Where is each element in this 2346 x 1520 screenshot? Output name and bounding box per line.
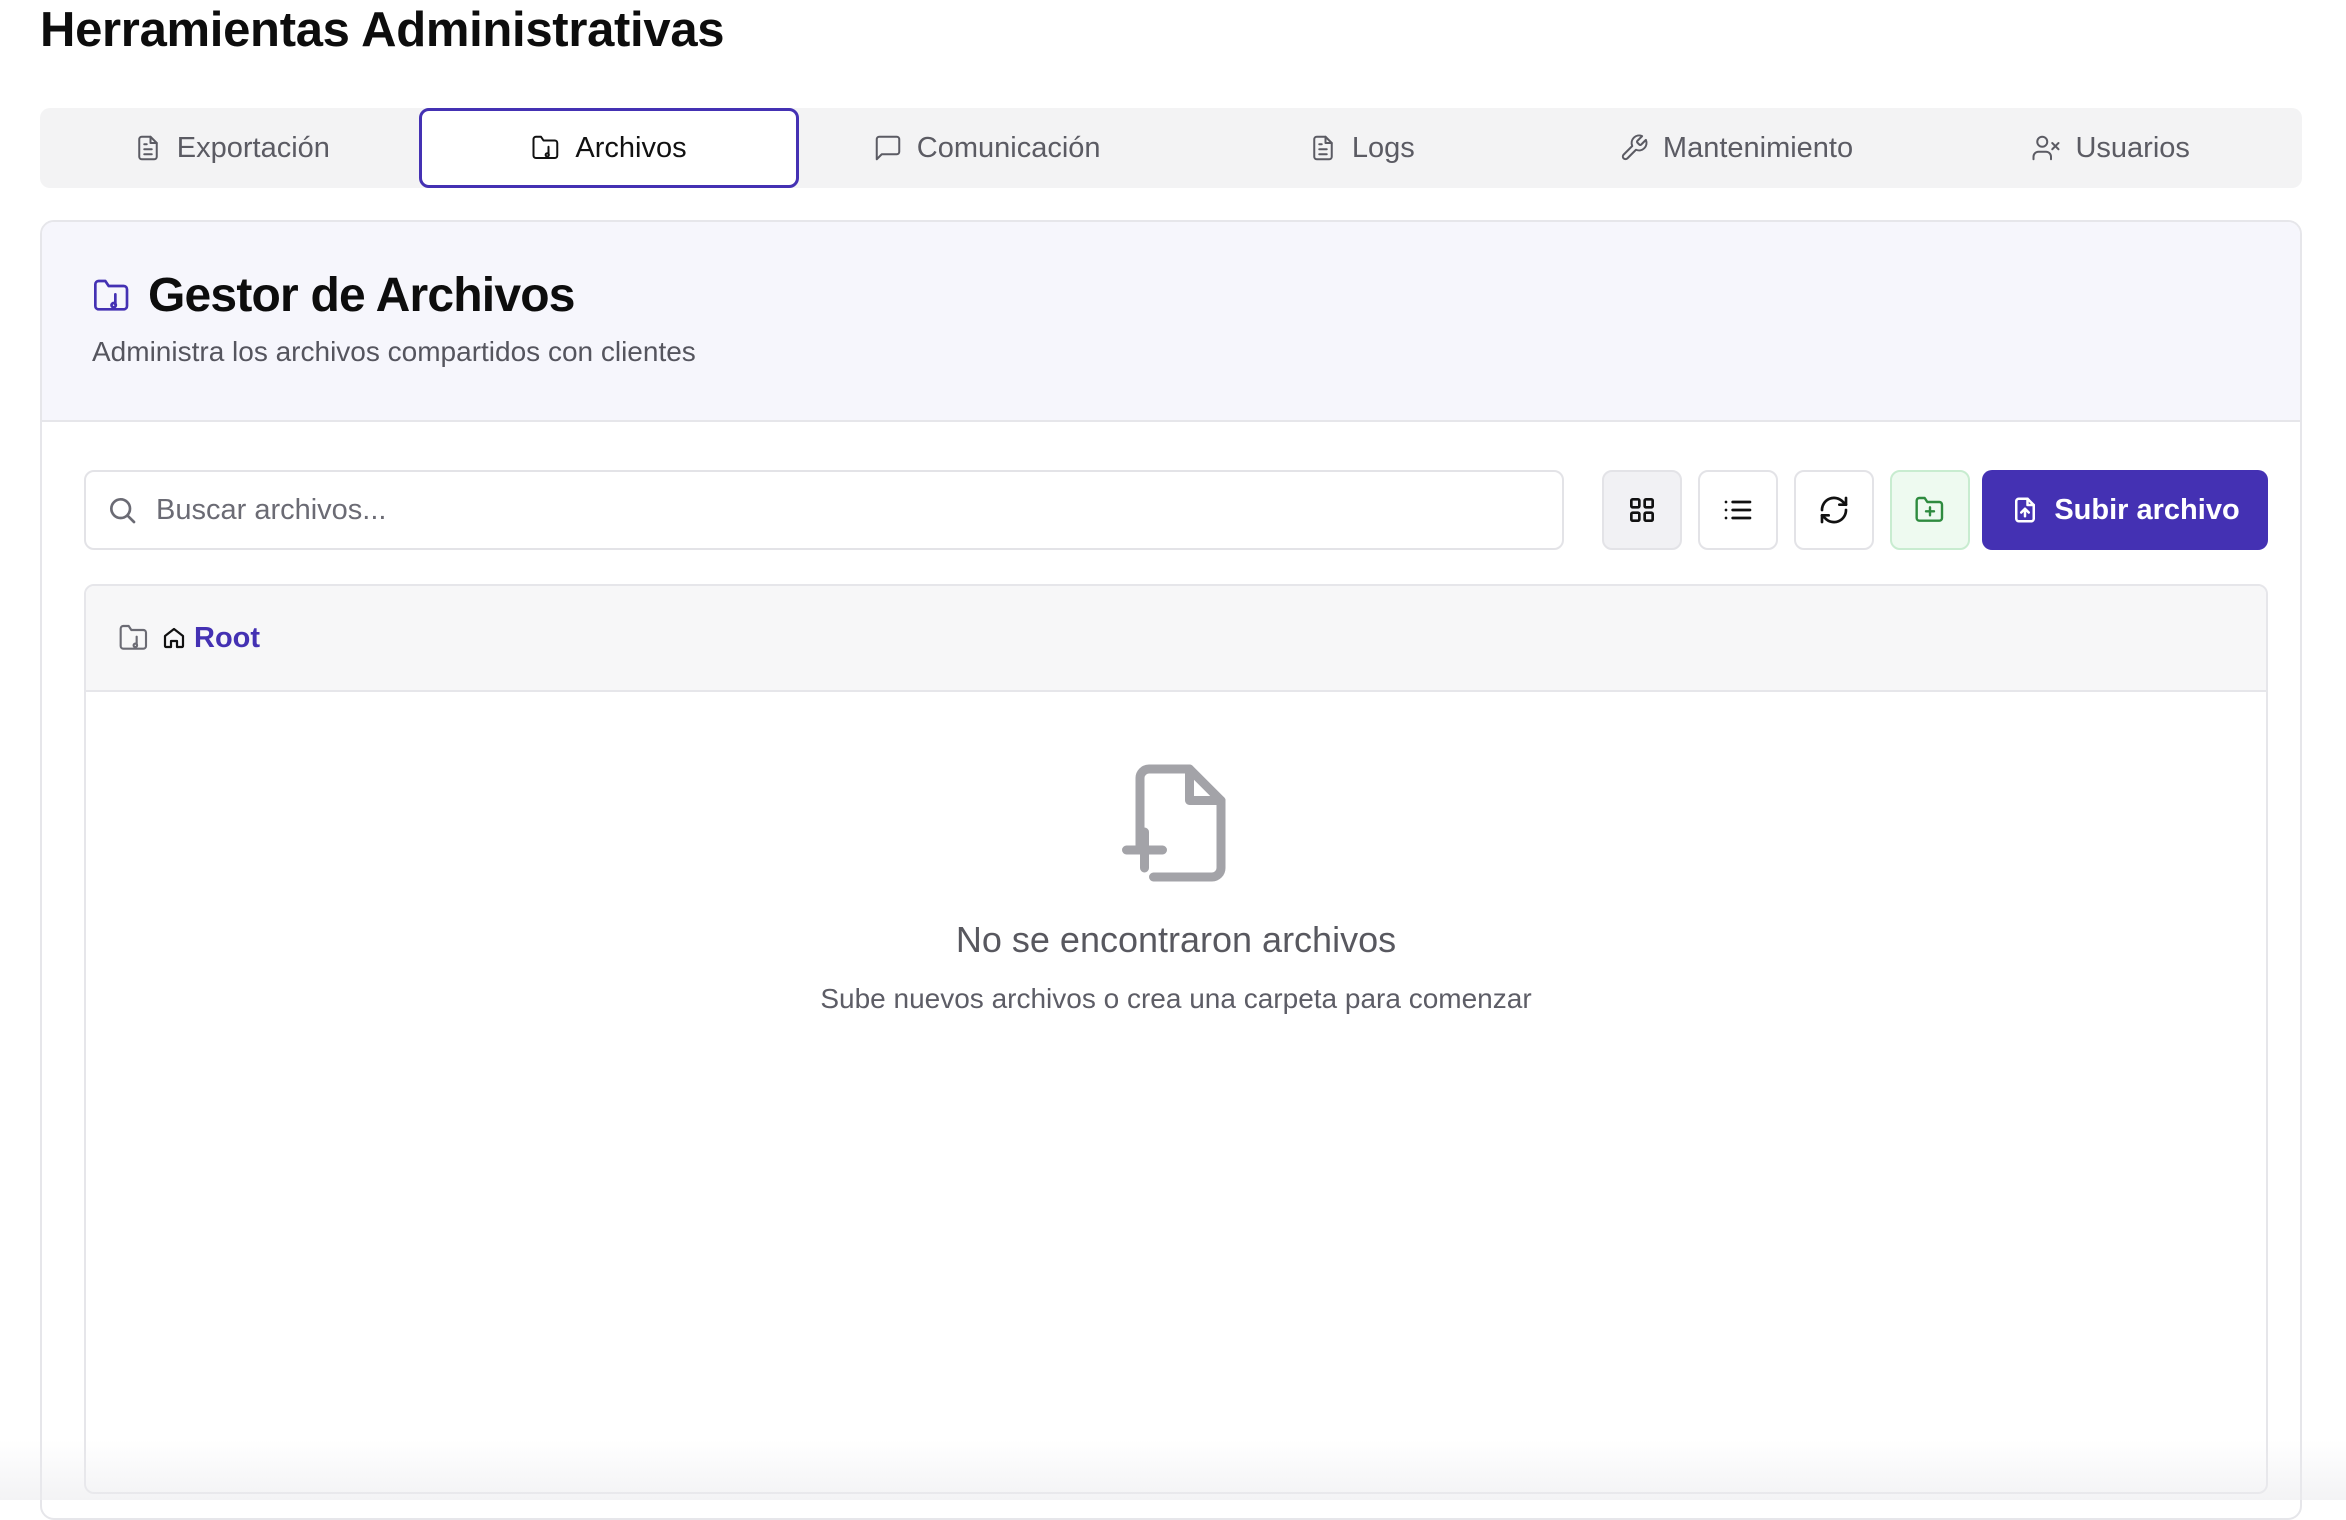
tab-label: Mantenimiento — [1663, 132, 1853, 165]
empty-description: Sube nuevos archivos o crea una carpeta … — [86, 983, 2266, 1015]
document-icon — [133, 133, 163, 163]
tab-logs[interactable]: Logs — [1174, 108, 1549, 188]
breadcrumb-root-label[interactable]: Root — [194, 622, 260, 655]
card-title-text: Gestor de Archivos — [148, 268, 575, 323]
list-view-button[interactable] — [1698, 470, 1778, 550]
folder-icon — [92, 276, 132, 316]
list-icon — [1722, 494, 1754, 526]
tab-comunicacion[interactable]: Comunicación — [799, 108, 1174, 188]
folder-icon — [118, 622, 150, 654]
search-icon — [106, 494, 138, 526]
files-panel: Root No se encontraron archivos Sube nue… — [84, 584, 2268, 1494]
page-title: Herramientas Administrativas — [40, 2, 724, 58]
folder-icon — [531, 133, 561, 163]
tab-label: Usuarios — [2075, 132, 2189, 165]
breadcrumb: Root — [86, 586, 2266, 692]
card-title: Gestor de Archivos — [92, 268, 575, 323]
refresh-button[interactable] — [1794, 470, 1874, 550]
message-icon — [873, 133, 903, 163]
tab-bar: Exportación Archivos Comunicación Logs M… — [40, 108, 2302, 188]
document-icon — [1308, 133, 1338, 163]
tab-label: Comunicación — [917, 132, 1101, 165]
wrench-icon — [1619, 133, 1649, 163]
grid-icon — [1626, 494, 1658, 526]
tab-mantenimiento[interactable]: Mantenimiento — [1549, 108, 1924, 188]
tab-archivos[interactable]: Archivos — [419, 108, 800, 188]
tab-label: Exportación — [177, 132, 330, 165]
file-manager-card: Gestor de Archivos Administra los archiv… — [40, 220, 2302, 1520]
tab-label: Logs — [1352, 132, 1415, 165]
card-subtitle: Administra los archivos compartidos con … — [92, 336, 696, 368]
refresh-icon — [1818, 494, 1850, 526]
new-folder-button[interactable] — [1890, 470, 1970, 550]
tab-usuarios[interactable]: Usuarios — [1923, 108, 2298, 188]
grid-view-button[interactable] — [1602, 470, 1682, 550]
breadcrumb-root[interactable]: Root — [162, 622, 260, 655]
search-box[interactable] — [84, 470, 1564, 550]
search-input[interactable] — [154, 493, 1454, 528]
user-x-icon — [2031, 133, 2061, 163]
folder-plus-icon — [1914, 494, 1946, 526]
card-header: Gestor de Archivos Administra los archiv… — [42, 222, 2300, 422]
empty-state: No se encontraron archivos Sube nuevos a… — [86, 692, 2266, 1015]
empty-title: No se encontraron archivos — [86, 919, 2266, 961]
file-upload-icon — [2010, 495, 2040, 525]
upload-file-button[interactable]: Subir archivo — [1982, 470, 2268, 550]
upload-button-label: Subir archivo — [2054, 494, 2239, 527]
tab-exportacion[interactable]: Exportación — [44, 108, 419, 188]
tab-label: Archivos — [575, 132, 686, 165]
file-plus-icon — [1121, 760, 1231, 886]
home-icon — [162, 626, 186, 650]
